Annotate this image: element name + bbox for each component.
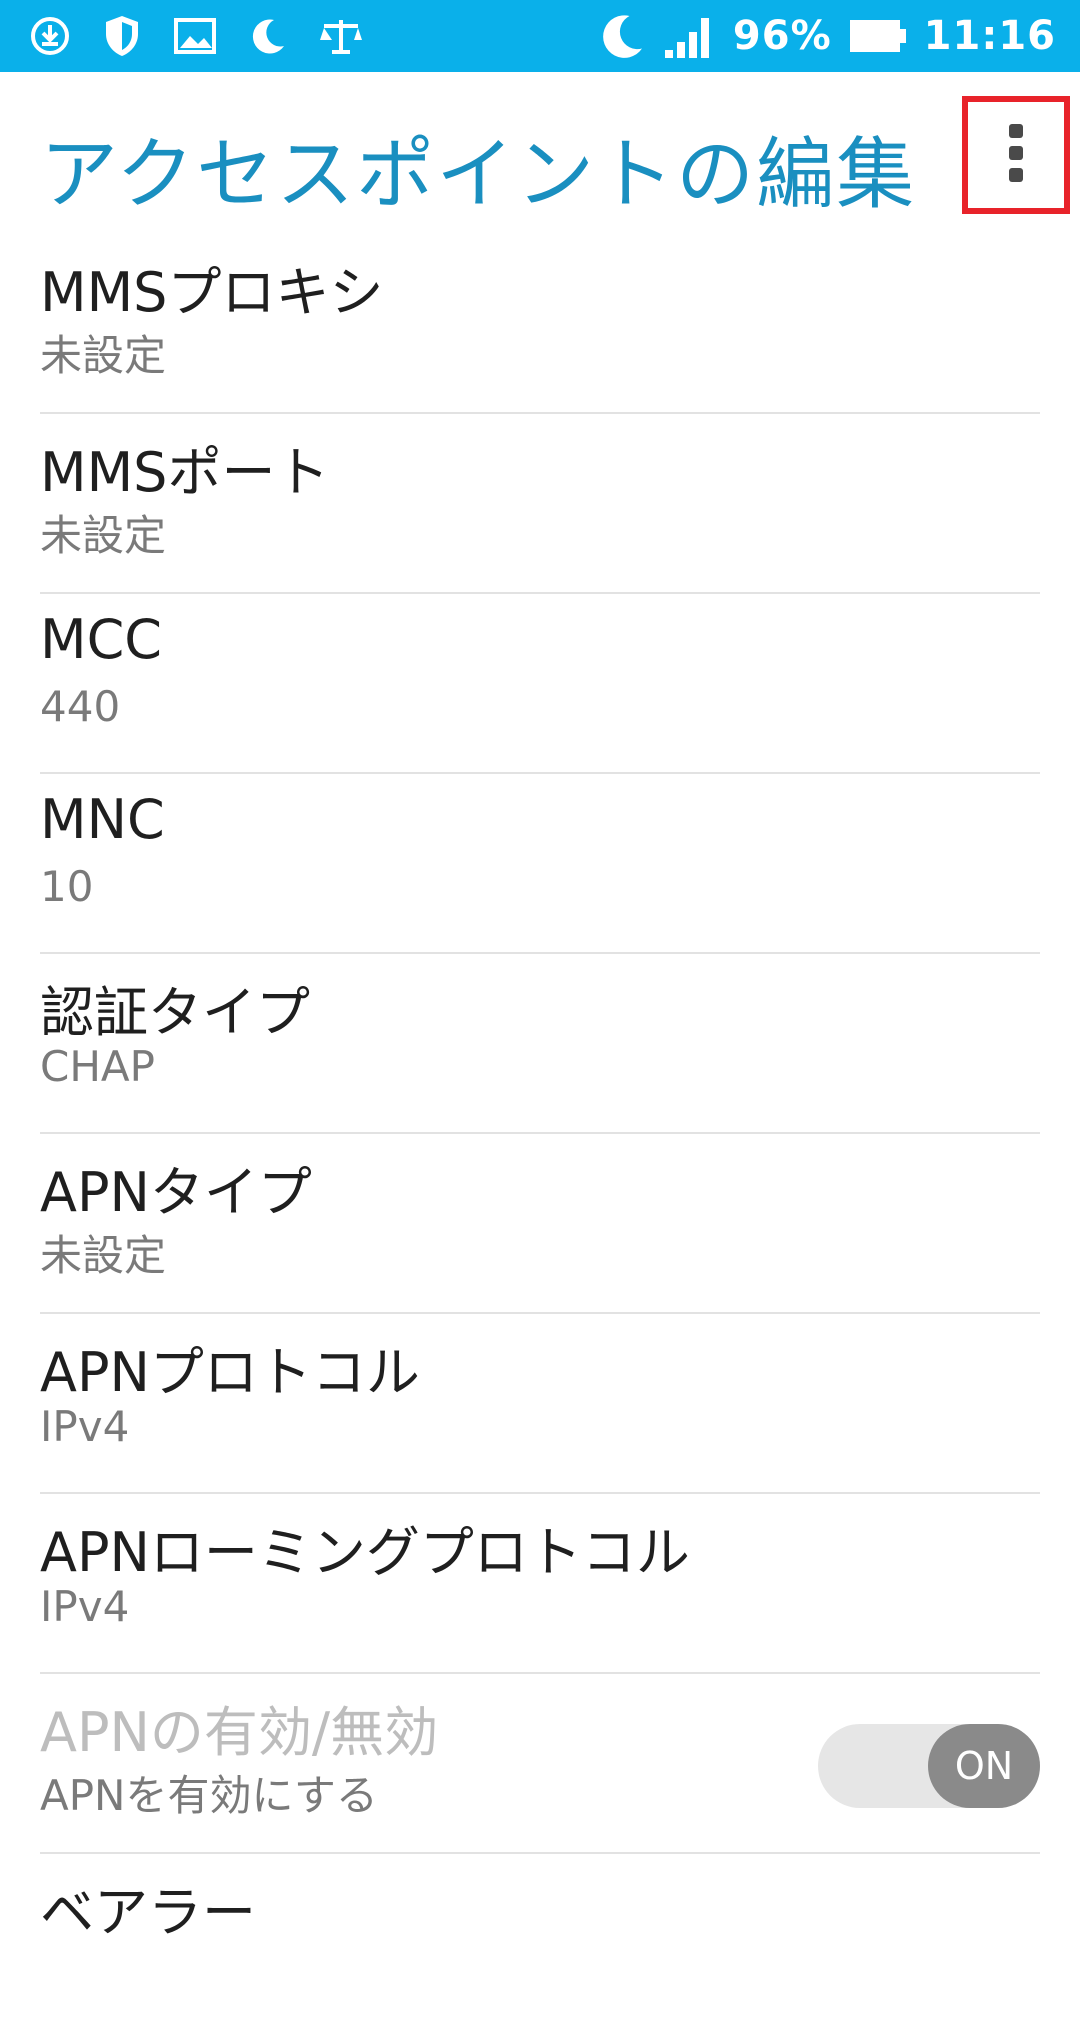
clock: 11:16 [923, 13, 1056, 59]
setting-title: APNローミングプロトコル [40, 1521, 690, 1584]
status-bar-right: 96% 11:16 [597, 0, 1056, 72]
status-bar: 96% 11:16 [0, 0, 1080, 72]
setting-mms-proxy[interactable]: MMSプロキシ 未設定 [40, 234, 1040, 414]
setting-title: MMSプロキシ [40, 261, 384, 324]
setting-title: 認証タイプ [40, 981, 310, 1044]
setting-value: CHAP [40, 1042, 155, 1091]
setting-title: MCC [40, 608, 163, 671]
apn-enable-toggle[interactable]: ON [818, 1724, 1040, 1808]
setting-title: APNの有効/無効 [40, 1701, 439, 1764]
status-bar-left [30, 0, 362, 72]
setting-value: IPv4 [40, 1402, 130, 1451]
shield-icon [102, 14, 142, 58]
setting-title: APNプロトコル [40, 1341, 420, 1404]
signal-icon [663, 14, 717, 58]
toggle-knob: ON [928, 1724, 1040, 1808]
setting-apn-protocol[interactable]: APNプロトコル IPv4 [40, 1314, 1040, 1494]
setting-title: MNC [40, 788, 165, 851]
setting-bearer[interactable]: ベアラー [40, 1854, 1040, 2034]
setting-mnc[interactable]: MNC 10 [40, 774, 1040, 954]
setting-title: APNタイプ [40, 1161, 312, 1224]
moon-icon [597, 11, 647, 61]
more-options-button[interactable] [962, 96, 1070, 214]
page-title: アクセスポイントの編集 [40, 130, 917, 220]
setting-value: 未設定 [40, 1231, 167, 1280]
setting-value: 10 [40, 862, 94, 911]
setting-subtitle: APNを有効にする [40, 1771, 378, 1820]
battery-percent: 96% [732, 13, 832, 59]
scale-icon [320, 16, 362, 56]
setting-mcc[interactable]: MCC 440 [40, 594, 1040, 774]
setting-value: IPv4 [40, 1582, 130, 1631]
setting-auth-type[interactable]: 認証タイプ CHAP [40, 954, 1040, 1134]
setting-title: MMSポート [40, 441, 330, 504]
battery-icon [848, 16, 908, 56]
setting-value: 未設定 [40, 331, 167, 380]
setting-apn-enable[interactable]: APNの有効/無効 APNを有効にする ON [40, 1674, 1040, 1854]
setting-value: 440 [40, 682, 121, 731]
setting-apn-roaming-protocol[interactable]: APNローミングプロトコル IPv4 [40, 1494, 1040, 1674]
setting-title: ベアラー [40, 1881, 256, 1944]
moon-icon [248, 16, 288, 56]
download-icon [30, 16, 70, 56]
settings-list: MMSプロキシ 未設定 MMSポート 未設定 MCC 440 MNC 10 認証… [0, 234, 1080, 2034]
image-icon [174, 18, 216, 54]
more-vert-icon [1006, 121, 1026, 189]
setting-apn-type[interactable]: APNタイプ 未設定 [40, 1134, 1040, 1314]
app-bar: アクセスポイントの編集 [0, 72, 1080, 234]
setting-mms-port[interactable]: MMSポート 未設定 [40, 414, 1040, 594]
setting-value: 未設定 [40, 511, 167, 560]
